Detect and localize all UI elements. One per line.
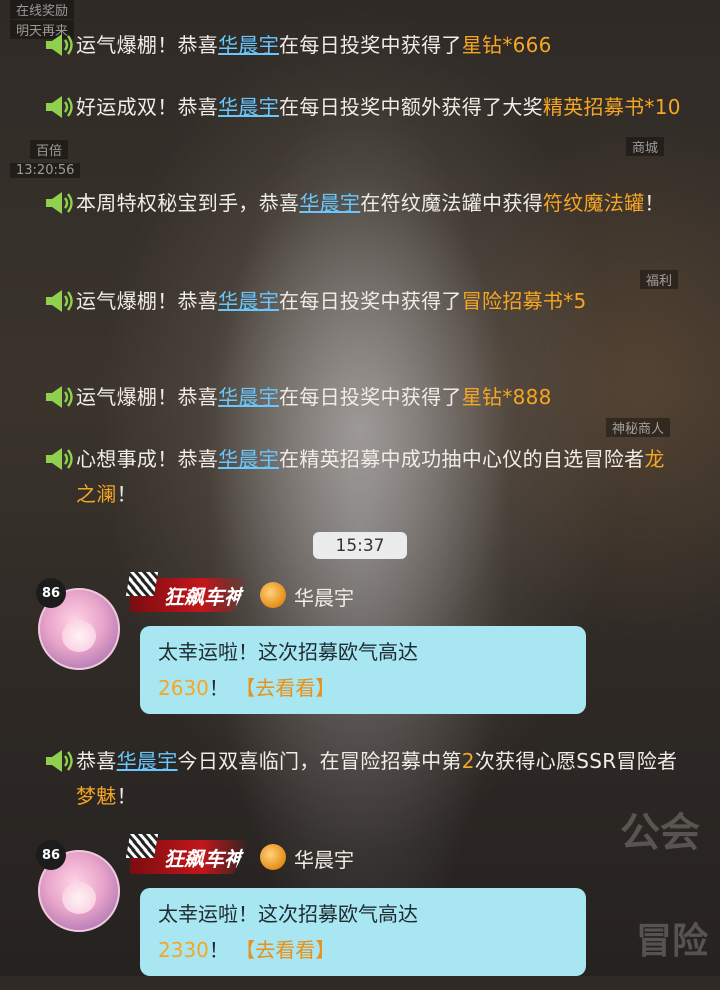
system-announcement: 恭喜华晨宇今日双喜临门，在冒险招募中第2次获得心愿SSR冒险者梦魅！ xyxy=(44,744,684,814)
announcement-text: 运气爆棚！恭喜华晨宇在每日投奖中获得了冒险招募书*5 xyxy=(76,284,587,319)
message-segment: 运气爆棚！恭喜 xyxy=(76,385,219,409)
announcement-text: 本周特权秘宝到手，恭喜华晨宇在符纹魔法罐中获得符纹魔法罐！ xyxy=(76,186,665,221)
message-segment: 在每日投奖中获得了 xyxy=(279,33,462,57)
system-announcement: 运气爆棚！恭喜华晨宇在每日投奖中获得了星钻*666 xyxy=(44,28,684,63)
prize-name: 星钻*666 xyxy=(461,33,552,57)
message-segment: 今日双喜临门，在冒险招募中第 xyxy=(177,749,462,773)
player-name-link[interactable]: 华晨宇 xyxy=(299,191,360,215)
announcement-text: 运气爆棚！恭喜华晨宇在每日投奖中获得了星钻*666 xyxy=(76,28,552,63)
message-segment: 运气爆棚！恭喜 xyxy=(76,289,219,313)
time-separator: 15:37 xyxy=(313,532,407,559)
mystery-merchant-button[interactable]: 神秘商人 xyxy=(606,418,671,437)
message-segment: ！ xyxy=(116,482,137,506)
megaphone-icon xyxy=(44,31,76,59)
megaphone-icon xyxy=(44,445,76,473)
system-announcement: 心想事成！恭喜华晨宇在精英招募中成功抽中心仪的自选冒险者龙之澜！ xyxy=(44,442,684,512)
sender-name[interactable]: 华晨宇 xyxy=(294,844,354,873)
message-segment: 运气爆棚！恭喜 xyxy=(76,33,219,57)
megaphone-icon xyxy=(44,747,76,775)
go-see-link[interactable]: 【去看看】 xyxy=(235,676,335,700)
hundredfold-label[interactable]: 百倍 xyxy=(30,140,69,159)
globe-icon xyxy=(260,844,286,870)
checkered-flag-icon xyxy=(125,572,159,596)
globe-icon xyxy=(260,582,286,608)
system-announcement: 好运成双！恭喜华晨宇在每日投奖中额外获得了大奖精英招募书*10 xyxy=(44,90,684,125)
message-segment: 在精英招募中成功抽中心仪的自选冒险者 xyxy=(279,447,645,471)
megaphone-icon xyxy=(44,383,76,411)
message-segment: 本周特权秘宝到手，恭喜 xyxy=(76,191,300,215)
level-badge: 86 xyxy=(36,840,66,870)
player-name-link[interactable]: 华晨宇 xyxy=(218,385,279,409)
message-segment: 好运成双！恭喜 xyxy=(76,95,219,119)
system-announcement: 运气爆棚！恭喜华晨宇在每日投奖中获得了冒险招募书*5 xyxy=(44,284,684,319)
checkered-flag-icon xyxy=(125,834,159,858)
countdown-label: 13:20:56 xyxy=(10,163,81,178)
player-name-link[interactable]: 华晨宇 xyxy=(117,749,178,773)
system-announcement: 运气爆棚！恭喜华晨宇在每日投奖中获得了星钻*888 xyxy=(44,380,684,415)
message-segment: 在每日投奖中获得了 xyxy=(279,289,462,313)
megaphone-icon xyxy=(44,287,76,315)
player-name-link[interactable]: 华晨宇 xyxy=(218,447,279,471)
player-name-link[interactable]: 华晨宇 xyxy=(218,33,279,57)
bubble-text: 太幸运啦！这次招募欧气高达 xyxy=(158,640,418,664)
message-segment: 恭喜 xyxy=(76,749,117,773)
online-reward-label[interactable]: 在线奖励 xyxy=(10,0,75,19)
prize-name: 梦魅 xyxy=(76,784,117,808)
message-segment: 次获得心愿SSR冒险者 xyxy=(474,749,678,773)
message-segment: ！ xyxy=(116,784,137,808)
level-badge: 86 xyxy=(36,578,66,608)
player-name-link[interactable]: 华晨宇 xyxy=(218,95,279,119)
announcement-text: 心想事成！恭喜华晨宇在精英招募中成功抽中心仪的自选冒险者龙之澜！ xyxy=(76,442,684,512)
announcement-text: 好运成双！恭喜华晨宇在每日投奖中额外获得了大奖精英招募书*10 xyxy=(76,90,681,125)
chat-message: 86 狂飙车神 华晨宇 太幸运啦！这次招募欧气高达 2330！ 【去看看】 xyxy=(36,834,658,980)
chat-message: 86 狂飙车神 华晨宇 太幸运啦！这次招募欧气高达 2630！ 【去看看】 xyxy=(36,572,658,718)
luck-value: 2330 xyxy=(158,938,209,962)
prize-name: 星钻*888 xyxy=(461,385,552,409)
announcement-text: 运气爆棚！恭喜华晨宇在每日投奖中获得了星钻*888 xyxy=(76,380,552,415)
system-announcement: 本周特权秘宝到手，恭喜华晨宇在符纹魔法罐中获得符纹魔法罐！ xyxy=(44,186,684,221)
count-number: 2 xyxy=(461,749,475,773)
prize-name: 精英招募书*10 xyxy=(542,95,681,119)
prize-name: 冒险招募书*5 xyxy=(461,289,587,313)
announcement-text: 恭喜华晨宇今日双喜临门，在冒险招募中第2次获得心愿SSR冒险者梦魅！ xyxy=(76,744,684,814)
message-segment: ！ xyxy=(644,191,665,215)
player-name-link[interactable]: 华晨宇 xyxy=(218,289,279,313)
luck-value: 2630 xyxy=(158,676,209,700)
prize-name: 符纹魔法罐 xyxy=(542,191,645,215)
megaphone-icon xyxy=(44,93,76,121)
exclamation: ！ xyxy=(208,938,229,962)
message-segment: 在每日投奖中获得了 xyxy=(279,385,462,409)
chat-bubble: 太幸运啦！这次招募欧气高达 2330！ 【去看看】 xyxy=(140,888,586,976)
message-segment: 在符纹魔法罐中获得 xyxy=(360,191,543,215)
chat-bubble: 太幸运啦！这次招募欧气高达 2630！ 【去看看】 xyxy=(140,626,586,714)
go-see-link[interactable]: 【去看看】 xyxy=(235,938,335,962)
message-segment: 心想事成！恭喜 xyxy=(76,447,219,471)
message-segment: 在每日投奖中额外获得了大奖 xyxy=(279,95,543,119)
bubble-text: 太幸运啦！这次招募欧气高达 xyxy=(158,902,418,926)
exclamation: ！ xyxy=(208,676,229,700)
shop-button[interactable]: 商城 xyxy=(626,137,665,156)
sender-name[interactable]: 华晨宇 xyxy=(294,582,354,611)
megaphone-icon xyxy=(44,189,76,217)
